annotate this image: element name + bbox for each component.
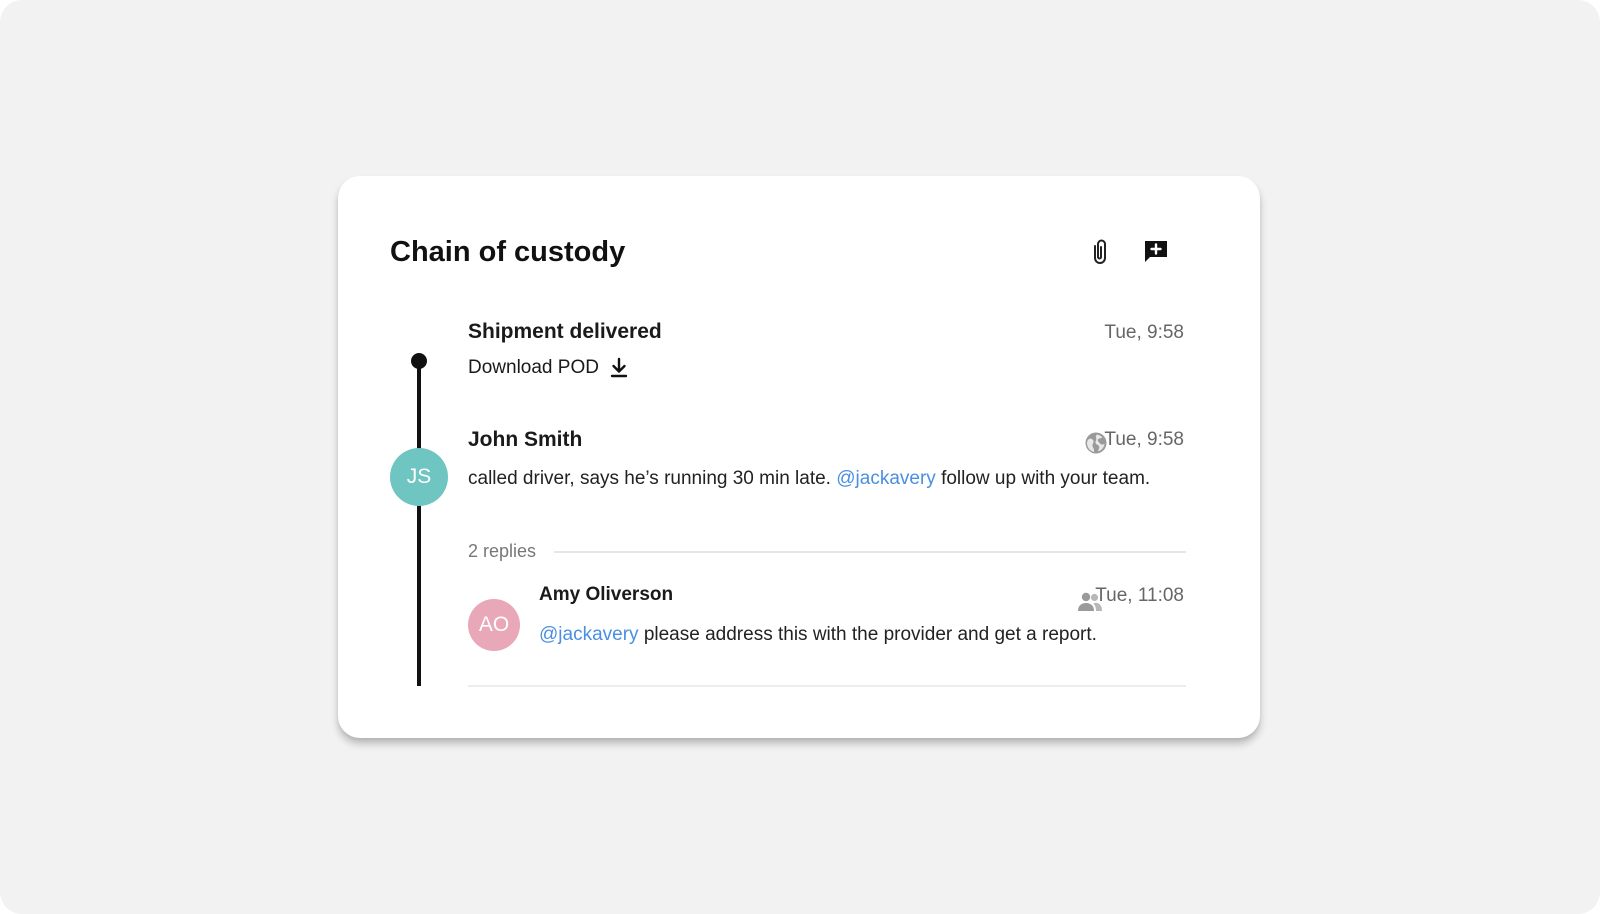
replies-count[interactable]: 2 replies (468, 541, 536, 562)
reply-author: Amy Oliverson (539, 584, 674, 605)
download-pod-link[interactable]: Download POD (468, 356, 629, 380)
avatar-john-smith[interactable]: JS (390, 448, 448, 506)
add-comment-button[interactable] (1138, 234, 1174, 270)
reply-text-end: please address this with the provider an… (638, 624, 1097, 645)
reply-text: @jackavery please address this with the … (539, 618, 1179, 651)
comment-timestamp: Tue, 9:58 (1104, 429, 1184, 450)
timeline-line (417, 362, 421, 686)
mention-link[interactable]: @jackavery (836, 468, 936, 489)
panel-title: Chain of custody (390, 236, 626, 268)
attach-button[interactable] (1082, 234, 1118, 270)
avatar-initials: AO (478, 613, 510, 636)
timeline-dot (411, 353, 427, 369)
thread-divider (468, 685, 1186, 687)
comment-text-start: called driver, says he’s running 30 min … (468, 468, 837, 489)
mention-link[interactable]: @jackavery (539, 624, 639, 645)
avatar-amy-oliverson[interactable]: AO (468, 599, 520, 651)
comment-text: called driver, says he’s running 30 min … (468, 462, 1168, 495)
comment-author: John Smith (468, 428, 583, 451)
reply-timestamp: Tue, 11:08 (1095, 585, 1184, 606)
event-title: Shipment delivered (468, 320, 662, 343)
replies-divider (554, 551, 1186, 553)
paperclip-icon (1094, 239, 1106, 264)
download-icon (610, 357, 628, 378)
comment-text-end: follow up with your team. (935, 468, 1151, 489)
event-timestamp: Tue, 9:58 (1104, 322, 1184, 343)
chain-of-custody-panel: Chain of custody Shipment delivered Tue,… (338, 176, 1260, 738)
avatar-initials: JS (406, 465, 432, 488)
download-pod-label: Download POD (468, 357, 599, 378)
add-comment-icon (1145, 241, 1167, 262)
